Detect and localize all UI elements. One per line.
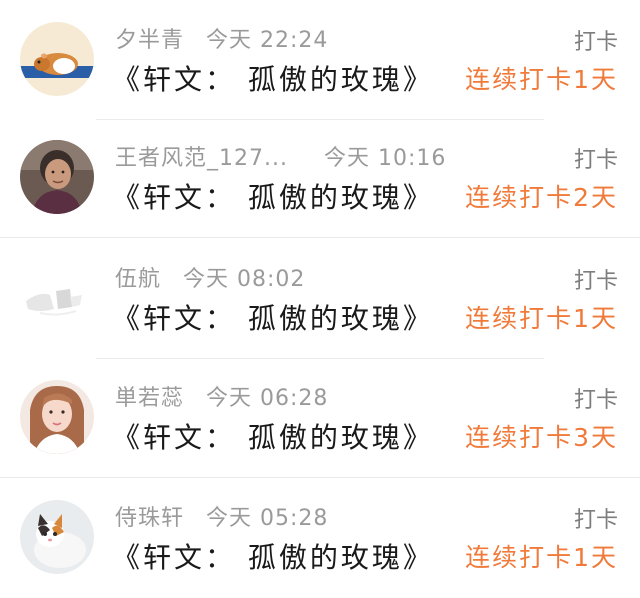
avatar[interactable] <box>20 22 94 96</box>
user-name[interactable]: 単若蕊 <box>115 386 184 411</box>
book-title[interactable]: 《轩文： 孤傲的玫瑰》 <box>112 58 434 98</box>
timestamp: 今天 22:24 <box>206 28 329 53</box>
streak-badge: 连续打卡1天 <box>465 65 618 94</box>
list-item[interactable]: 夕半青 今天 22:24 《轩文： 孤傲的玫瑰》 打卡 连续打卡1天 <box>0 0 640 120</box>
elderly-woman-avatar-icon <box>20 140 94 214</box>
streak-badge: 连续打卡3天 <box>465 423 618 452</box>
streak-badge: 连续打卡2天 <box>465 183 618 212</box>
entry-meta: 単若蕊 今天 06:28 <box>115 380 328 412</box>
avatar[interactable] <box>20 380 94 454</box>
entry-meta: 王者风范_127... 今天 10:16 <box>115 140 446 172</box>
book-title[interactable]: 《轩文： 孤傲的玫瑰》 <box>112 536 434 576</box>
user-name[interactable]: 王者风范_127... <box>115 146 288 171</box>
list-item[interactable]: 単若蕊 今天 06:28 《轩文： 孤傲的玫瑰》 打卡 连续打卡3天 <box>0 358 640 478</box>
hamster-avatar-icon <box>20 22 94 96</box>
timestamp: 今天 10:16 <box>323 146 447 171</box>
entry-meta: 夕半青 今天 22:24 <box>115 22 328 54</box>
book-title[interactable]: 《轩文： 孤傲的玫瑰》 <box>112 176 434 216</box>
divider <box>0 237 640 238</box>
timestamp: 今天 08:02 <box>183 267 306 292</box>
young-woman-avatar-icon <box>20 380 94 454</box>
checkin-list: 夕半青 今天 22:24 《轩文： 孤傲的玫瑰》 打卡 连续打卡1天 王者风范_1… <box>0 0 640 586</box>
user-name[interactable]: 伍航 <box>115 267 161 292</box>
list-item[interactable]: 王者风范_127... 今天 10:16 《轩文： 孤傲的玫瑰》 打卡 连续打卡2… <box>0 118 640 238</box>
user-name[interactable]: 侍珠轩 <box>115 506 184 531</box>
entry-meta: 侍珠轩 今天 05:28 <box>115 500 328 532</box>
entry-meta: 伍航 今天 08:02 <box>115 261 305 293</box>
timestamp: 今天 06:28 <box>206 386 329 411</box>
kitten-avatar-icon <box>20 500 94 574</box>
timestamp: 今天 05:28 <box>206 506 329 531</box>
book-title[interactable]: 《轩文： 孤傲的玫瑰》 <box>112 416 434 456</box>
book-title[interactable]: 《轩文： 孤傲的玫瑰》 <box>112 297 434 337</box>
avatar[interactable] <box>20 500 94 574</box>
checkin-label[interactable]: 打卡 <box>574 502 618 534</box>
checkin-label[interactable]: 打卡 <box>574 382 618 414</box>
checkin-label[interactable]: 打卡 <box>574 263 618 295</box>
faded-scene-avatar-icon <box>20 261 94 335</box>
checkin-label[interactable]: 打卡 <box>574 24 618 56</box>
checkin-label[interactable]: 打卡 <box>574 142 618 174</box>
list-item[interactable]: 侍珠轩 今天 05:28 《轩文： 孤傲的玫瑰》 打卡 连续打卡1天 <box>0 478 640 598</box>
user-name[interactable]: 夕半青 <box>115 28 184 53</box>
avatar[interactable] <box>20 140 94 214</box>
list-item[interactable]: 伍航 今天 08:02 《轩文： 孤傲的玫瑰》 打卡 连续打卡1天 <box>0 239 640 359</box>
streak-badge: 连续打卡1天 <box>465 304 618 333</box>
streak-badge: 连续打卡1天 <box>465 543 618 572</box>
avatar[interactable] <box>20 261 94 335</box>
